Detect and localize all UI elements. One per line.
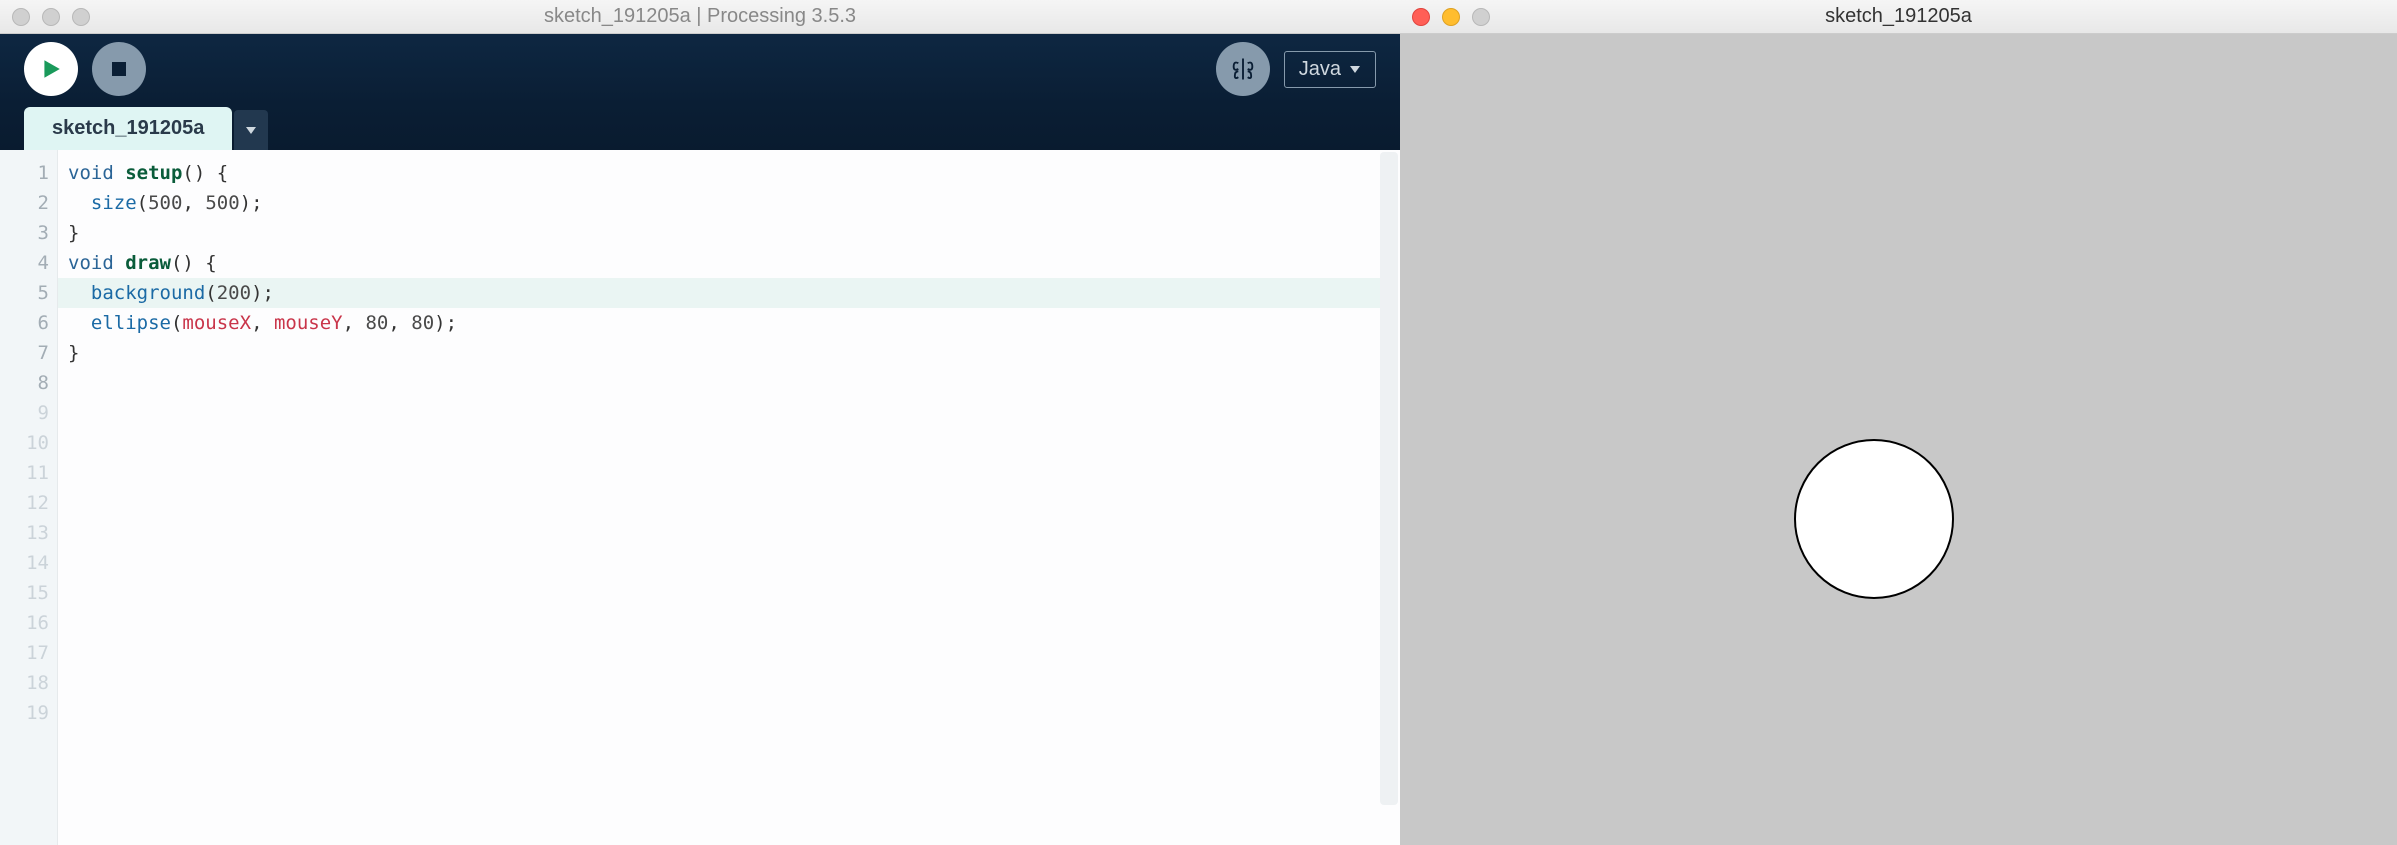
code-line: } — [58, 218, 1400, 248]
line-number: 15 — [0, 578, 57, 608]
tabs-row: sketch_191205a — [0, 104, 1400, 150]
language-mode-label: Java — [1299, 58, 1341, 81]
line-number-gutter: 1 2 3 4 5 6 7 8 9 10 11 12 13 14 15 16 1… — [0, 150, 58, 845]
line-number: 3 — [0, 218, 57, 248]
code-line: background(200); — [58, 278, 1400, 308]
drawn-ellipse — [1794, 439, 1954, 599]
code-line: void draw() { — [58, 248, 1400, 278]
traffic-lights-output — [1412, 8, 1490, 26]
line-number: 18 — [0, 668, 57, 698]
code-editor[interactable]: 1 2 3 4 5 6 7 8 9 10 11 12 13 14 15 16 1… — [0, 150, 1400, 845]
stop-button[interactable] — [92, 42, 146, 96]
line-number: 14 — [0, 548, 57, 578]
line-number: 8 — [0, 368, 57, 398]
chevron-down-icon — [1349, 64, 1361, 74]
chevron-down-icon — [245, 125, 257, 135]
language-mode-select[interactable]: Java — [1284, 51, 1376, 88]
line-number: 7 — [0, 338, 57, 368]
code-line: } — [58, 338, 1400, 368]
line-number: 19 — [0, 698, 57, 728]
code-line: size(500, 500); — [58, 188, 1400, 218]
play-icon — [40, 58, 62, 80]
line-number: 13 — [0, 518, 57, 548]
output-window-title: sketch_191205a — [1400, 5, 2397, 28]
close-window-button[interactable] — [12, 8, 30, 26]
ide-window-title: sketch_191205a | Processing 3.5.3 — [0, 5, 1400, 28]
line-number: 10 — [0, 428, 57, 458]
line-number: 1 — [0, 158, 57, 188]
line-number: 2 — [0, 188, 57, 218]
minimize-window-button[interactable] — [1442, 8, 1460, 26]
tab-label: sketch_191205a — [52, 117, 204, 139]
sketch-output-window: sketch_191205a — [1400, 0, 2397, 845]
minimize-window-button[interactable] — [42, 8, 60, 26]
sketch-canvas[interactable] — [1400, 34, 2397, 845]
line-number: 6 — [0, 308, 57, 338]
line-number: 17 — [0, 638, 57, 668]
code-line: void setup() { — [58, 158, 1400, 188]
line-number: 4 — [0, 248, 57, 278]
line-number: 16 — [0, 608, 57, 638]
line-number: 5 — [0, 278, 57, 308]
maximize-window-button[interactable] — [1472, 8, 1490, 26]
editor-scrollbar[interactable] — [1380, 152, 1398, 805]
stop-icon — [109, 59, 129, 79]
line-number: 9 — [0, 398, 57, 428]
tab-menu-button[interactable] — [234, 110, 268, 150]
butterfly-icon — [1229, 55, 1257, 83]
code-content[interactable]: void setup() { size(500, 500); } void dr… — [58, 150, 1400, 845]
ide-toolbar: Java — [0, 34, 1400, 104]
traffic-lights-ide — [12, 8, 90, 26]
processing-ide-window: sketch_191205a | Processing 3.5.3 Java s… — [0, 0, 1400, 845]
line-number: 12 — [0, 488, 57, 518]
ide-titlebar[interactable]: sketch_191205a | Processing 3.5.3 — [0, 0, 1400, 34]
close-window-button[interactable] — [1412, 8, 1430, 26]
sketch-tab[interactable]: sketch_191205a — [24, 107, 232, 150]
maximize-window-button[interactable] — [72, 8, 90, 26]
output-titlebar[interactable]: sketch_191205a — [1400, 0, 2397, 34]
code-line: ellipse(mouseX, mouseY, 80, 80); — [58, 308, 1400, 338]
run-button[interactable] — [24, 42, 78, 96]
line-number: 11 — [0, 458, 57, 488]
debug-button[interactable] — [1216, 42, 1270, 96]
